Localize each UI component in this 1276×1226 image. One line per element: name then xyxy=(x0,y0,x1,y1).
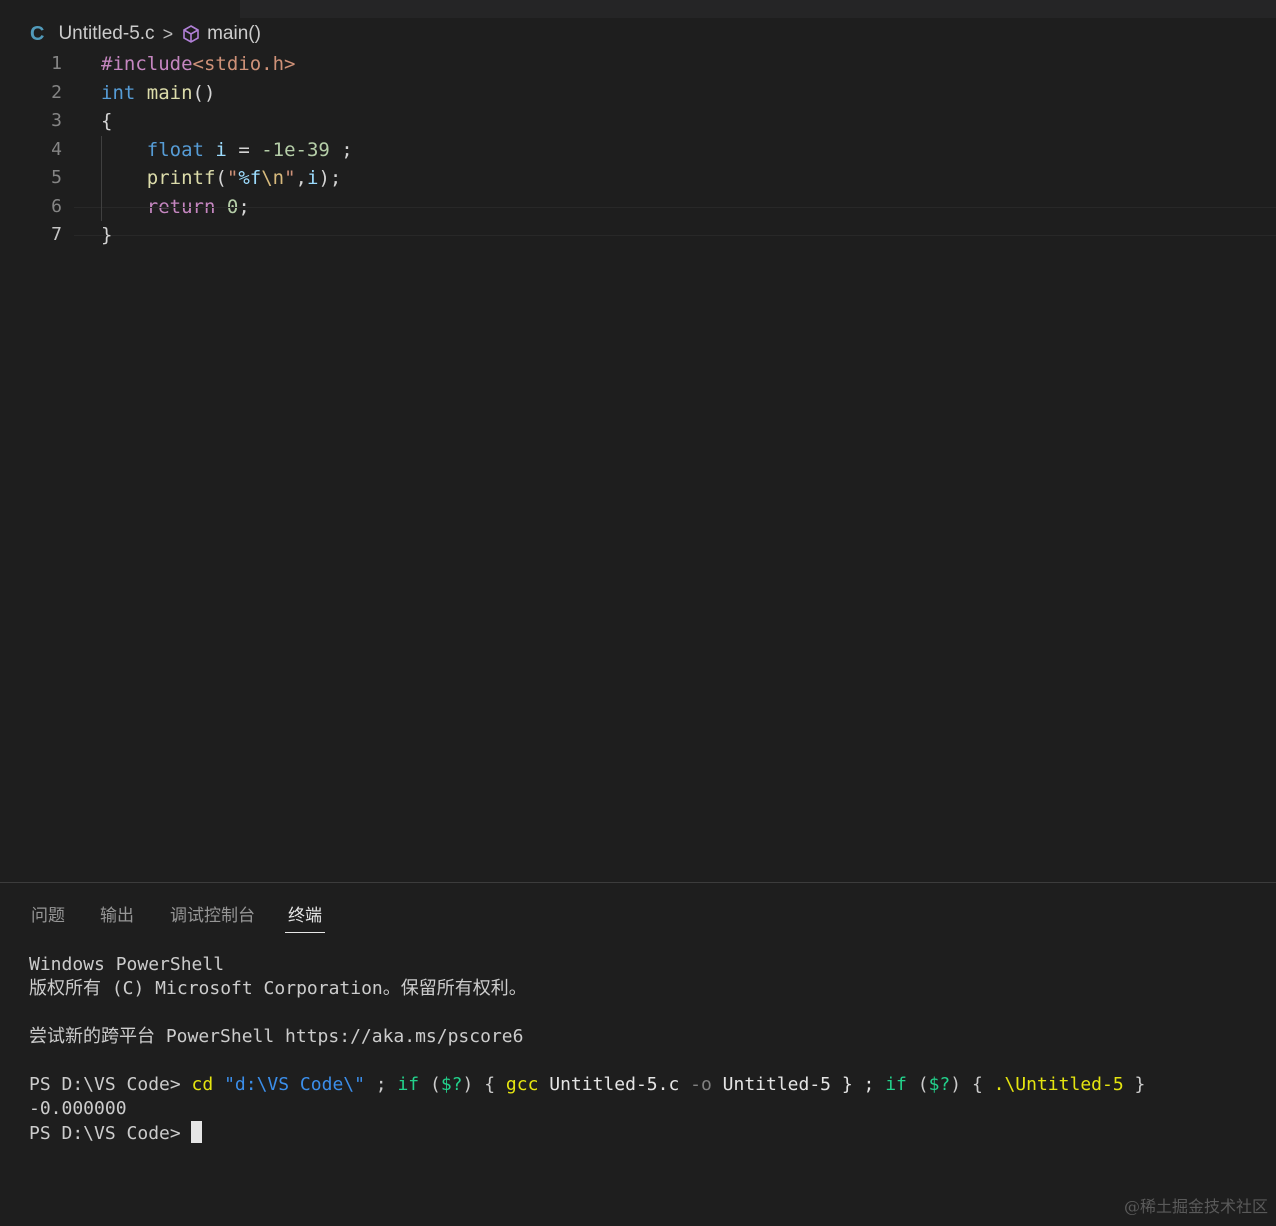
code-text: #include<stdio.h> xyxy=(101,50,295,79)
code-token: int xyxy=(101,81,136,104)
code-token: %f xyxy=(238,167,262,189)
line-number: 1 xyxy=(51,53,62,74)
code-line[interactable]: 3{ xyxy=(0,107,1276,136)
terminal-token: ) { xyxy=(950,1074,994,1095)
terminal-token: if xyxy=(885,1074,907,1095)
tab-strip-background xyxy=(240,0,1276,18)
code-text: printf("%f\n",i); xyxy=(101,164,342,193)
terminal-token: ) { xyxy=(462,1074,506,1095)
cube-icon xyxy=(183,25,199,43)
terminal-line: 尝试新的跨平台 PowerShell https://aka.ms/pscore… xyxy=(29,1026,524,1047)
tab-problems[interactable]: 问题 xyxy=(31,901,65,931)
code-token: i xyxy=(307,167,319,189)
terminal-command-line: PS D:\VS Code> cd "d:\VS Code\" ; if ($?… xyxy=(29,1073,1145,1097)
code-token: \n xyxy=(261,167,285,189)
terminal-line: 版权所有 (C) Microsoft Corporation。保留所有权利。 xyxy=(29,978,527,999)
code-token: " xyxy=(284,167,296,189)
panel-tabs: 问题 输出 调试控制台 终端 xyxy=(0,883,1276,935)
code-token: } xyxy=(101,224,113,246)
terminal-token: .\Untitled-5 xyxy=(993,1074,1124,1095)
terminal-output: -0.000000 xyxy=(29,1098,127,1119)
tab-output[interactable]: 输出 xyxy=(100,901,134,931)
code-token: ; xyxy=(329,138,353,161)
terminal-token: ; xyxy=(364,1074,398,1095)
code-token: -1e-39 xyxy=(261,138,330,161)
code-token: = xyxy=(226,138,262,161)
code-line[interactable]: 1 #include<stdio.h> xyxy=(0,50,1276,79)
terminal-token: "d:\VS Code\" xyxy=(213,1074,365,1095)
terminal-token: ( xyxy=(419,1074,441,1095)
code-token: { xyxy=(101,110,113,132)
code-line[interactable]: 7} xyxy=(0,207,1276,250)
line-number: 5 xyxy=(51,167,62,188)
line-number: 2 xyxy=(51,81,62,103)
terminal-token: ( xyxy=(906,1074,929,1095)
code-token: <stdio.h> xyxy=(192,53,296,75)
code-token: #include xyxy=(101,53,193,75)
terminal-token: $? xyxy=(440,1074,463,1095)
tab-terminal[interactable]: 终端 xyxy=(285,901,325,933)
line-number: 4 xyxy=(51,138,62,160)
terminal-token: if xyxy=(397,1074,420,1095)
breadcrumb-symbol[interactable]: main() xyxy=(207,23,261,45)
terminal-prompt-line: PS D:\VS Code> xyxy=(29,1121,1145,1146)
terminal-token: cd xyxy=(180,1074,214,1095)
code-token: i xyxy=(215,138,227,161)
terminal[interactable]: Windows PowerShell 版权所有 (C) Microsoft Cor… xyxy=(29,953,1145,1146)
code-token: () xyxy=(192,81,216,104)
terminal-prompt: PS D:\VS Code> xyxy=(29,1123,181,1144)
code-token: ( xyxy=(215,167,227,189)
terminal-prompt: PS D:\VS Code> xyxy=(29,1074,181,1095)
indent-guide xyxy=(101,135,102,221)
terminal-token: Untitled-5 } ; xyxy=(711,1074,886,1095)
code-token: ); xyxy=(318,167,342,189)
current-line-highlight xyxy=(74,207,1276,236)
line-number: 6 xyxy=(51,195,62,217)
line-number: 7 xyxy=(51,224,62,245)
code-text: } xyxy=(101,221,112,250)
code-token: printf xyxy=(146,167,216,189)
watermark: @稀土掘金技术社区 xyxy=(1123,1197,1268,1216)
code-token: , xyxy=(295,167,307,189)
terminal-token: -o xyxy=(690,1074,712,1095)
breadcrumb: C Untitled-5.c > main() xyxy=(30,20,261,48)
terminal-token: Untitled-5.c xyxy=(538,1074,691,1095)
bottom-panel: 问题 输出 调试控制台 终端 Windows PowerShell 版权所有 (C… xyxy=(0,882,1276,1226)
terminal-cursor xyxy=(190,1121,202,1143)
c-language-icon: C xyxy=(30,22,45,45)
code-token: " xyxy=(226,167,239,189)
code-text: { xyxy=(101,107,112,136)
code-token: main xyxy=(146,81,193,104)
terminal-token: gcc xyxy=(505,1074,539,1095)
editor-tab-strip xyxy=(0,0,1276,18)
chevron-right-icon: > xyxy=(162,23,174,44)
code-token: float xyxy=(146,138,204,161)
terminal-token: $? xyxy=(928,1074,951,1095)
line-number: 3 xyxy=(51,110,62,131)
code-line[interactable]: 4 float i = -1e-39 ; xyxy=(0,136,1276,165)
terminal-line: Windows PowerShell xyxy=(29,954,225,975)
tab-debug-console[interactable]: 调试控制台 xyxy=(170,901,255,931)
code-line[interactable]: 5 printf("%f\n",i); xyxy=(0,164,1276,193)
code-text: int main() xyxy=(101,79,215,108)
terminal-token: } xyxy=(1123,1074,1146,1095)
code-line[interactable]: 2 int main() xyxy=(0,79,1276,108)
breadcrumb-file[interactable]: Untitled-5.c xyxy=(58,23,154,45)
code-text: float i = -1e-39 ; xyxy=(101,136,353,165)
